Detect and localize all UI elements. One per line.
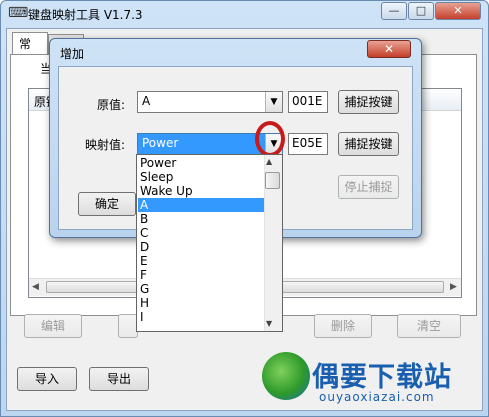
partial-button[interactable] bbox=[118, 314, 138, 338]
dropdown-option[interactable]: Sleep bbox=[138, 170, 264, 184]
mapped-code-field: E05E bbox=[288, 133, 328, 155]
watermark-brand: 偶要下载站 bbox=[312, 362, 452, 393]
watermark-url: ouyaoxiazai.com bbox=[319, 390, 435, 404]
dropdown-option[interactable]: Power bbox=[138, 156, 264, 170]
dropdown-option[interactable]: C bbox=[138, 226, 264, 240]
close-button[interactable]: ✕ bbox=[435, 2, 481, 20]
maximize-button[interactable]: □ bbox=[408, 2, 434, 20]
import-button[interactable]: 导入 bbox=[17, 367, 77, 391]
scroll-up-icon[interactable]: ▲ bbox=[266, 157, 272, 166]
dropdown-option[interactable]: A bbox=[138, 198, 264, 212]
watermark-logo bbox=[262, 352, 310, 400]
edit-button[interactable]: 编辑 bbox=[24, 314, 82, 338]
chevron-down-icon[interactable]: ▼ bbox=[265, 92, 282, 112]
capture-key-button-2[interactable]: 捕捉按键 bbox=[338, 132, 399, 156]
scroll-left-icon[interactable]: ◀ bbox=[32, 282, 39, 292]
capture-key-button-1[interactable]: 捕捉按键 bbox=[338, 90, 399, 114]
dialog-ok-button[interactable]: 确定 bbox=[78, 192, 136, 216]
dialog-title: 增加 bbox=[60, 47, 85, 61]
dialog-close-button[interactable]: ✕ bbox=[367, 40, 411, 58]
stop-capture-button[interactable]: 停止捕捉 bbox=[338, 175, 399, 199]
dropdown-option[interactable]: H bbox=[138, 296, 264, 310]
mapped-value-text: Power bbox=[142, 136, 179, 150]
dropdown-option[interactable]: D bbox=[138, 240, 264, 254]
dropdown-scroll-thumb[interactable] bbox=[265, 172, 280, 189]
dropdown-option[interactable]: Wake Up bbox=[138, 184, 264, 198]
keyboard-icon: ⌨ bbox=[8, 5, 29, 21]
original-value-label: 原值: bbox=[97, 98, 126, 112]
tab-general[interactable]: 常规 bbox=[12, 32, 48, 68]
dropdown-option[interactable]: F bbox=[138, 268, 264, 282]
highlight-circle bbox=[255, 121, 285, 157]
clear-button[interactable]: 清空 bbox=[397, 314, 461, 338]
original-value-select[interactable]: A bbox=[137, 91, 283, 113]
original-code-field: 001E bbox=[288, 91, 328, 113]
dropdown-option[interactable]: B bbox=[138, 212, 264, 226]
dropdown-option[interactable]: G bbox=[138, 282, 264, 296]
delete-button[interactable]: 删除 bbox=[314, 314, 372, 338]
scroll-down-icon[interactable]: ▼ bbox=[266, 319, 272, 328]
window-title: 键盘映射工具 V1.7.3 bbox=[28, 8, 143, 22]
original-value-text: A bbox=[142, 94, 151, 108]
minimize-button[interactable]: — bbox=[381, 2, 407, 20]
scroll-right-icon[interactable]: ▶ bbox=[450, 282, 457, 292]
dropdown-option[interactable]: E bbox=[138, 254, 264, 268]
export-button[interactable]: 导出 bbox=[89, 367, 149, 391]
dropdown-option[interactable]: I bbox=[138, 310, 264, 324]
mapped-value-label: 映射值: bbox=[85, 138, 126, 152]
